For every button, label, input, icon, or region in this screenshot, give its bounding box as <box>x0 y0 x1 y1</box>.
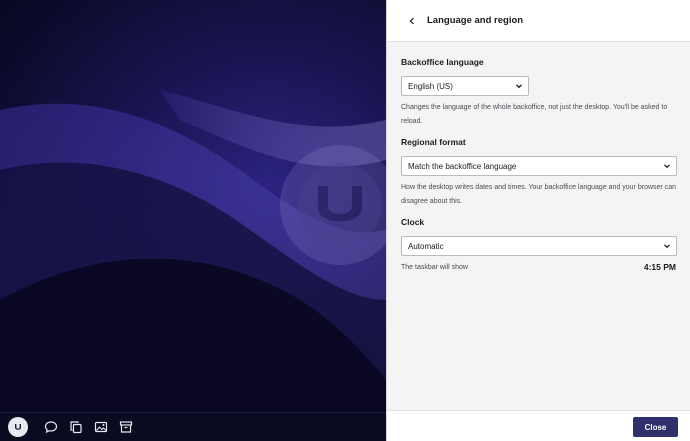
close-button[interactable]: Close <box>633 417 678 437</box>
umbraco-watermark-icon <box>298 163 382 247</box>
chevron-down-icon <box>516 84 522 89</box>
regional-format-select[interactable]: Match the backoffice language <box>401 156 677 176</box>
backoffice-language-help: Changes the language of the whole backof… <box>401 104 668 125</box>
clock-select[interactable]: Automatic <box>401 236 677 256</box>
backoffice-language-select[interactable]: English (US) <box>401 76 529 96</box>
clock-preview-time: 4:15 PM <box>643 262 676 272</box>
clock-heading: Clock <box>401 217 425 227</box>
desktop-wallpaper <box>0 0 386 412</box>
panel-footer: Close <box>387 410 690 441</box>
clock-value: Automatic <box>408 241 444 251</box>
panel-header: Language and region <box>387 0 690 42</box>
umbraco-logo-icon[interactable] <box>8 417 28 437</box>
taskbar <box>0 412 386 441</box>
regional-format-section: Regional format Match the backoffice lan… <box>401 137 677 208</box>
regional-format-value: Match the backoffice language <box>408 161 517 171</box>
chat-bubble-icon[interactable] <box>43 419 59 435</box>
regional-format-help: How the desktop writes dates and times. … <box>401 184 676 205</box>
clock-preview-label: The taskbar will show <box>401 263 468 271</box>
wallpaper-waves <box>0 90 386 412</box>
copy-icon[interactable] <box>68 419 84 435</box>
chevron-down-icon <box>664 244 670 249</box>
language-region-panel: Language and region Backoffice language … <box>386 0 690 441</box>
regional-format-heading: Regional format <box>401 137 466 147</box>
clock-section: Clock Automatic The taskbar will show 4:… <box>401 217 677 272</box>
back-button[interactable] <box>405 14 419 28</box>
clock-preview-row: The taskbar will show 4:15 PM <box>401 262 676 272</box>
chevron-down-icon <box>664 164 670 169</box>
panel-title: Language and region <box>427 15 524 26</box>
backoffice-language-value: English (US) <box>408 81 453 91</box>
chevron-left-icon <box>409 17 414 24</box>
backoffice-language-section: Backoffice language English (US) Changes… <box>401 57 676 128</box>
image-icon[interactable] <box>93 419 109 435</box>
archive-icon[interactable] <box>118 419 134 435</box>
backoffice-language-heading: Backoffice language <box>401 57 484 67</box>
